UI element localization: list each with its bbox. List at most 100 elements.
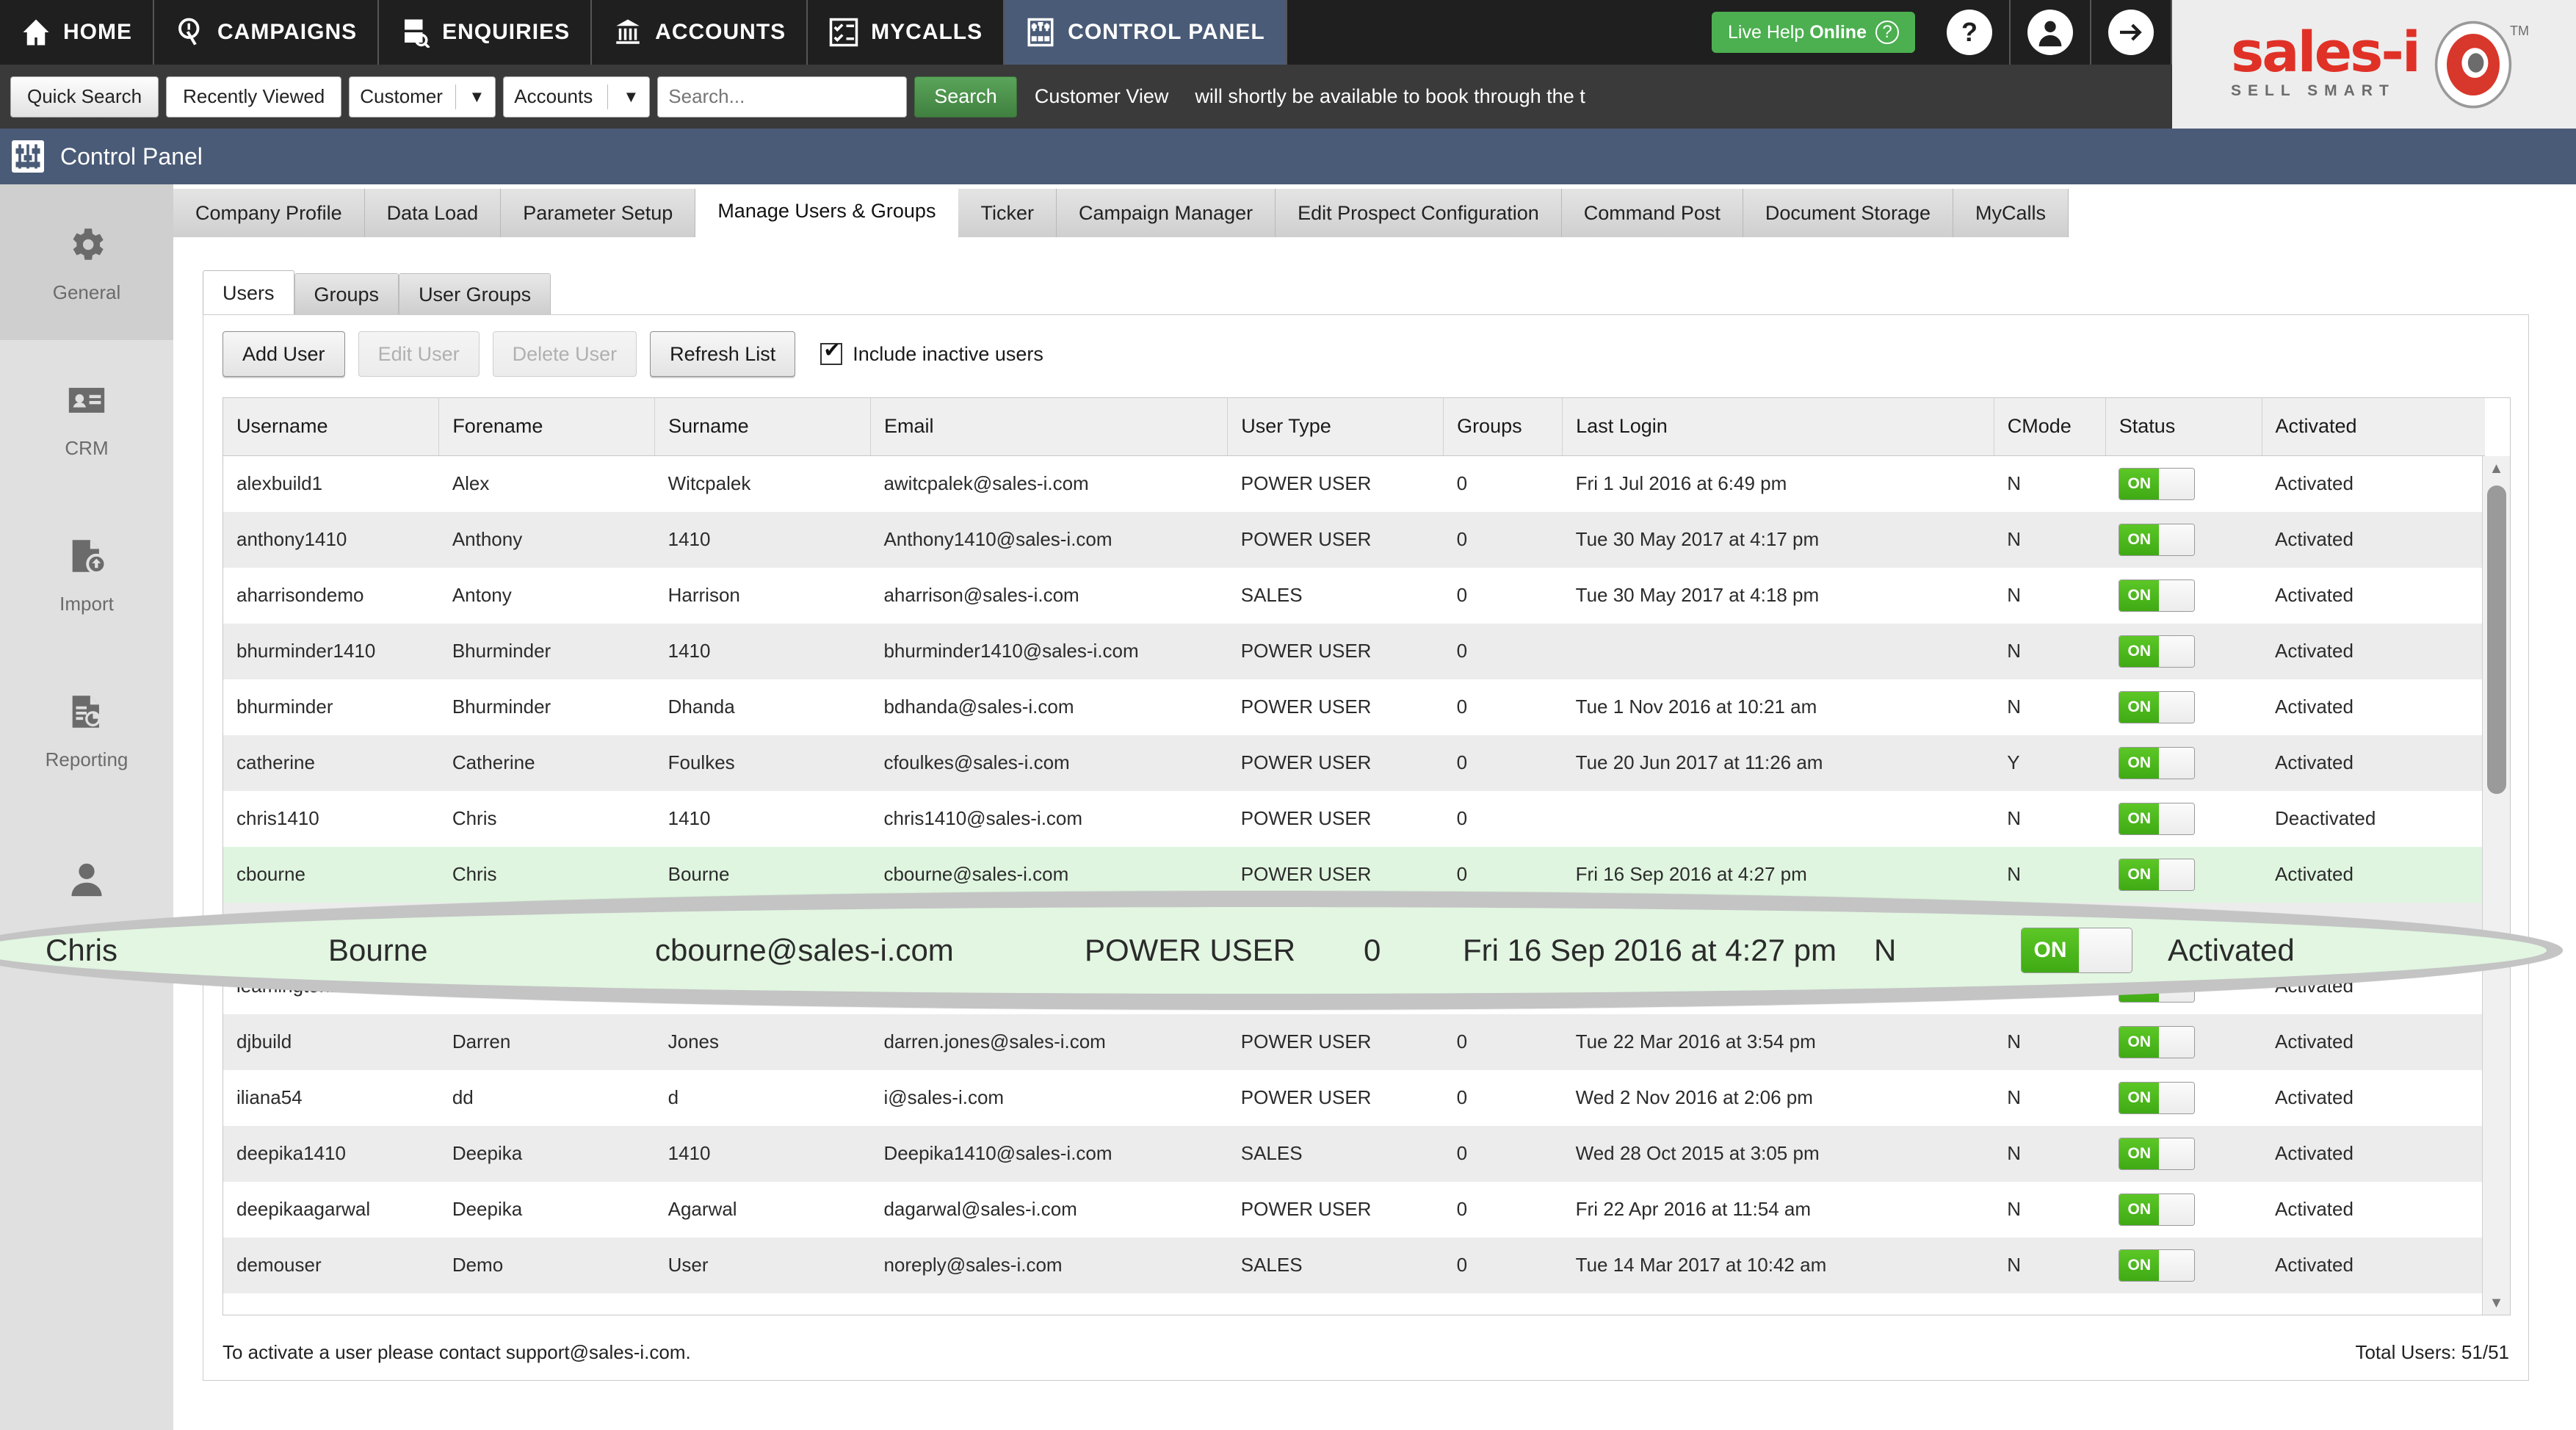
include-inactive-users-checkbox[interactable]: Include inactive users	[820, 338, 1043, 366]
table-vertical-scrollbar[interactable]: ▲ ▼	[2482, 456, 2510, 1315]
sidebar-item-label: CRM	[65, 436, 109, 459]
col-username[interactable]: Username	[223, 398, 440, 456]
table-row[interactable]: aharrisondemo Antony Harrison aharrison@sal…	[223, 568, 2485, 624]
logo-tagline: SELL SMART	[2231, 82, 2395, 99]
status-toggle[interactable]: ON	[2119, 690, 2196, 723]
status-toggle[interactable]: ON	[2119, 467, 2196, 500]
tab-company-profile[interactable]: Company Profile	[173, 189, 365, 237]
scroll-down-icon[interactable]: ▼	[2483, 1290, 2510, 1315]
tab-manage-users-groups[interactable]: Manage Users & Groups	[695, 184, 959, 237]
table-row[interactable]: bhurminder1410 Bhurminder 1410 bhurminder14…	[223, 623, 2485, 679]
tab-ticker[interactable]: Ticker	[958, 189, 1057, 237]
table-row[interactable]: djbuild Darren Jones darren.jones@sales-i.c…	[223, 1014, 2485, 1070]
tab-mycalls[interactable]: MyCalls	[1953, 189, 2069, 237]
table-row[interactable]: iliana54 dd d i@sales-i.com POWER USER 0 Wed 2…	[223, 1070, 2485, 1126]
cell-last-login: Tue 1 Nov 2016 at 10:21 am	[1575, 696, 1817, 718]
status-toggle[interactable]: ON	[2119, 1137, 2196, 1170]
table-row[interactable]: deepika1410 Deepika 1410 Deepika1410@sales-…	[223, 1125, 2485, 1182]
table-row[interactable]: catherine Catherine Foulkes cfoulkes@sales-…	[223, 734, 2485, 791]
account-button[interactable]	[2011, 0, 2091, 65]
search-input[interactable]	[657, 76, 908, 118]
sidebar-item-general[interactable]: General	[0, 184, 173, 340]
nav-item-mycalls[interactable]: MYCALLS	[808, 0, 1005, 65]
live-help-button[interactable]: Live Help Online ?	[1712, 12, 1915, 53]
add-user-button[interactable]: Add User	[222, 331, 345, 377]
cell-last-login: Fri 22 Apr 2016 at 11:54 am	[1575, 1198, 1812, 1220]
cell-forename: Deepika	[438, 1125, 655, 1182]
sidebar-item-reporting[interactable]: Reporting	[0, 651, 173, 807]
status-toggle[interactable]: ON	[2119, 858, 2196, 891]
tab-campaign-manager[interactable]: Campaign Manager	[1056, 189, 1276, 237]
cell-groups: 0	[1456, 1086, 1468, 1108]
subtab-user-groups[interactable]: User Groups	[399, 273, 551, 316]
brand-logo: sales-i SELL SMART TM	[2172, 0, 2576, 129]
cell-user-type: SALES	[1227, 1125, 1444, 1182]
cell-groups: 0	[1456, 472, 1468, 494]
nav-item-enquiries[interactable]: ENQUIRIES	[379, 0, 593, 65]
home-icon	[21, 17, 51, 48]
table-row[interactable]: chris1410 Chris 1410 chris1410@sales-i.com P…	[223, 791, 2485, 847]
scrollbar-thumb[interactable]	[2487, 485, 2506, 794]
col-surname[interactable]: Surname	[654, 398, 871, 456]
col-user-type[interactable]: User Type	[1227, 398, 1444, 456]
cell-username: bhurminder1410	[223, 623, 439, 679]
status-toggle[interactable]: ON	[2119, 1249, 2196, 1282]
customer-type-select[interactable]: Customer ▼	[349, 76, 496, 118]
cell-groups: 0	[1456, 696, 1468, 718]
nav-item-control-panel[interactable]: CONTROL PANEL	[1005, 0, 1287, 65]
tab-document-storage[interactable]: Document Storage	[1743, 189, 1953, 237]
tab-edit-prospect-configuration[interactable]: Edit Prospect Configuration	[1276, 189, 1562, 237]
toggle-off-track	[2159, 691, 2195, 723]
refresh-list-button[interactable]: Refresh List	[650, 331, 796, 377]
col-cmode[interactable]: CMode	[1994, 398, 2106, 456]
cell-status: ON	[2105, 1125, 2262, 1182]
help-button[interactable]: ?	[1930, 0, 2011, 65]
search-button[interactable]: Search	[914, 76, 1017, 118]
tab-command-post[interactable]: Command Post	[1561, 189, 1743, 237]
sidebar-item-crm[interactable]: CRM	[0, 340, 173, 496]
nav-item-home[interactable]: HOME	[0, 0, 154, 65]
table-row[interactable]: alexbuild1 Alex Witcpalek awitcpalek@sales-…	[223, 455, 2485, 512]
cell-last-login	[1563, 791, 1994, 847]
cell-email: bdhanda@sales-i.com	[883, 696, 1074, 718]
cell-username: demouser	[223, 1237, 439, 1293]
tab-data-load[interactable]: Data Load	[364, 189, 502, 237]
report-icon	[63, 688, 110, 735]
subtab-users[interactable]: Users	[203, 270, 294, 316]
scroll-up-icon[interactable]: ▲	[2483, 456, 2510, 481]
subtab-groups[interactable]: Groups	[294, 273, 399, 316]
scope-select[interactable]: Accounts ▼	[503, 76, 651, 118]
col-last-login[interactable]: Last Login	[1562, 398, 1994, 456]
cell-username: djbuild	[223, 1014, 439, 1070]
table-row[interactable]: bhurminder Bhurminder Dhanda bdhanda@sales-…	[223, 679, 2485, 735]
sidebar-item-import[interactable]: Import	[0, 496, 173, 651]
status-toggle[interactable]: ON	[2119, 523, 2196, 556]
col-groups[interactable]: Groups	[1443, 398, 1563, 456]
nav-item-accounts[interactable]: ACCOUNTS	[592, 0, 808, 65]
toggle-off-track	[2159, 1249, 2195, 1281]
status-toggle[interactable]: ON	[2119, 635, 2196, 668]
cell-status: ON	[2105, 1070, 2262, 1126]
status-toggle[interactable]: ON	[2119, 1193, 2196, 1226]
col-email[interactable]: Email	[870, 398, 1229, 456]
logout-button[interactable]	[2091, 0, 2172, 65]
status-toggle[interactable]: ON	[2119, 802, 2196, 835]
status-toggle[interactable]: ON	[2119, 1081, 2196, 1114]
table-row[interactable]: deepikaagarwal Deepika Agarwal dagarwal@sal…	[223, 1182, 2485, 1238]
cell-last-login: Tue 30 May 2017 at 4:18 pm	[1575, 584, 1820, 606]
status-toggle[interactable]: ON	[2119, 1025, 2196, 1058]
col-status[interactable]: Status	[2105, 398, 2262, 456]
quick-search-tab[interactable]: Quick Search	[10, 76, 159, 118]
tab-parameter-setup[interactable]: Parameter Setup	[501, 189, 696, 237]
col-activated[interactable]: Activated	[2262, 398, 2485, 456]
magnified-status-toggle[interactable]: ON	[2021, 928, 2132, 973]
recently-viewed-tab[interactable]: Recently Viewed	[166, 76, 342, 118]
table-row[interactable]: demouser Demo User noreply@sales-i.com SALES…	[223, 1237, 2485, 1293]
nav-label: ACCOUNTS	[655, 20, 786, 44]
cell-activated: Activated	[2275, 584, 2354, 606]
status-toggle[interactable]: ON	[2119, 746, 2196, 779]
nav-item-campaigns[interactable]: CAMPAIGNS	[154, 0, 380, 65]
status-toggle[interactable]: ON	[2119, 579, 2196, 612]
col-forename[interactable]: Forename	[438, 398, 656, 456]
table-row[interactable]: anthony1410 Anthony 1410 Anthony1410@sales-…	[223, 511, 2485, 568]
